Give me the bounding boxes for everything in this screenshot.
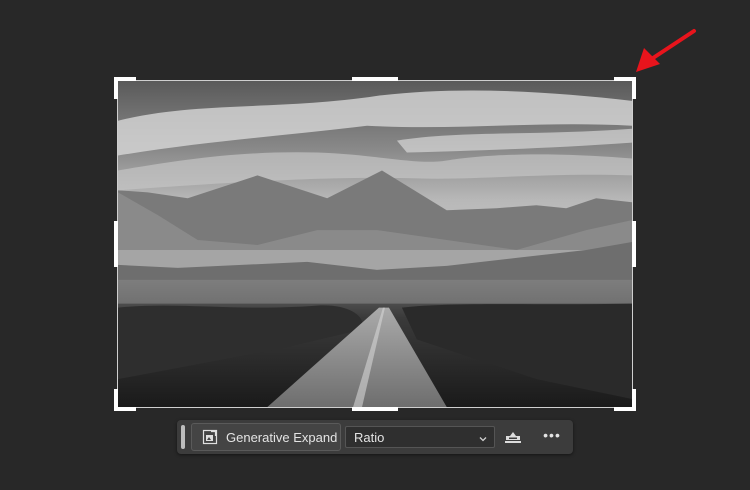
generative-expand-icon [202,429,218,445]
more-options-icon: ••• [543,427,561,443]
red-arrow-annotation [636,29,696,72]
crop-handle-top-right[interactable] [614,77,636,99]
crop-handle-top[interactable] [352,77,398,81]
generative-expand-button[interactable]: Generative Expand [191,423,341,451]
crop-handle-left[interactable] [114,221,118,267]
crop-handle-bottom[interactable] [352,407,398,411]
straighten-icon [505,432,521,443]
crop-handle-right[interactable] [632,221,636,267]
crop-handle-bottom-right[interactable] [614,389,636,411]
more-options-button[interactable]: ••• [541,427,563,447]
ratio-dropdown-value: Ratio [354,429,385,445]
landscape-photo[interactable] [117,80,633,408]
taskbar-drag-handle[interactable] [181,425,185,449]
ratio-dropdown[interactable]: Ratio [345,426,495,448]
crop-handle-top-left[interactable] [114,77,136,99]
contextual-taskbar: Generative Expand Ratio ••• [177,420,573,454]
canvas-area[interactable] [0,0,750,490]
chevron-down-icon [478,432,488,442]
crop-handle-bottom-left[interactable] [114,389,136,411]
photo-artwork [118,81,632,407]
straighten-button[interactable] [503,427,523,447]
generative-expand-label: Generative Expand [226,429,338,445]
